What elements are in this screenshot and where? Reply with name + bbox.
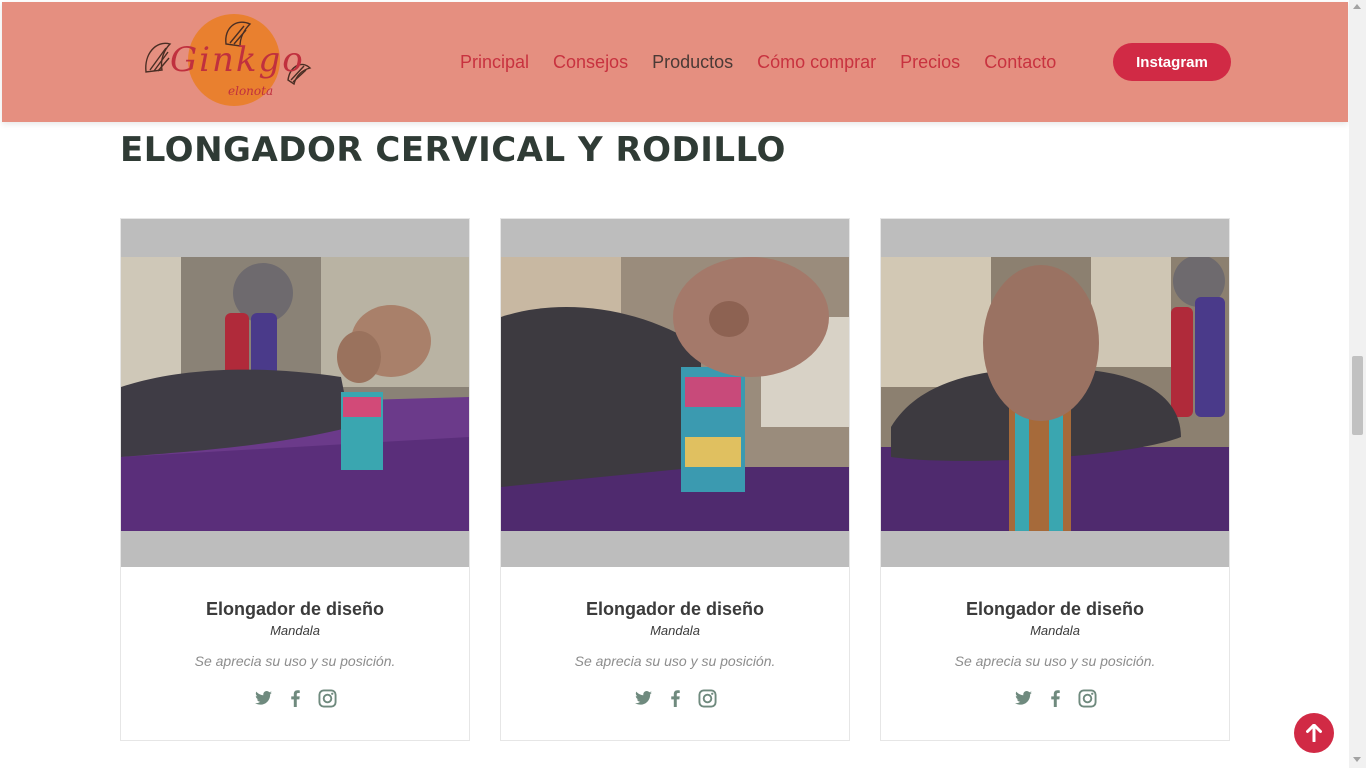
product-photo[interactable]	[881, 257, 1229, 531]
social-links	[881, 688, 1229, 708]
logo-subtext: elonota	[228, 84, 274, 98]
nav-item-precios[interactable]: Precios	[888, 52, 972, 73]
photo-man-head-back-view	[881, 257, 1229, 531]
back-to-top-button[interactable]	[1294, 713, 1334, 753]
twitter-icon[interactable]	[633, 688, 653, 708]
photo-man-neck-closeup	[501, 257, 849, 531]
product-image-frame	[121, 219, 469, 567]
product-name: Elongador de diseño	[585, 599, 764, 619]
product-description: Se aprecia su uso y su posición.	[954, 653, 1156, 669]
nav-item-contacto[interactable]: Contacto	[972, 52, 1068, 73]
instagram-icon[interactable]	[317, 688, 337, 708]
logo-wordmark: Ginkgo	[170, 40, 305, 80]
product-card: Elongador de diseño Mandala Se aprecia s…	[120, 218, 470, 741]
nav-item-productos[interactable]: Productos	[640, 52, 745, 73]
arrow-up-icon	[1306, 724, 1322, 742]
nav-item-principal[interactable]: Principal	[448, 52, 541, 73]
twitter-icon[interactable]	[1013, 688, 1033, 708]
facebook-icon[interactable]	[285, 688, 305, 708]
product-photo[interactable]	[501, 257, 849, 531]
product-image-frame	[501, 219, 849, 567]
product-photo[interactable]	[121, 257, 469, 531]
product-card: Elongador de diseño Mandala Se aprecia s…	[880, 218, 1230, 741]
social-links	[121, 688, 469, 708]
instagram-icon[interactable]	[697, 688, 717, 708]
scroll-up-arrow-icon[interactable]	[1353, 4, 1361, 9]
section-title: ELONGADOR CERVICAL Y RODILLO	[120, 130, 786, 170]
product-description: Se aprecia su uso y su posición.	[574, 653, 776, 669]
page-scrollbar[interactable]	[1349, 0, 1366, 768]
page: Ginkgo elonota Principal Consejos Produc…	[0, 0, 1366, 768]
facebook-icon[interactable]	[665, 688, 685, 708]
product-image-frame	[881, 219, 1229, 567]
nav-item-como-comprar[interactable]: Cómo comprar	[745, 52, 888, 73]
scroll-down-arrow-icon[interactable]	[1353, 757, 1361, 762]
instagram-button[interactable]: Instagram	[1113, 43, 1231, 81]
photo-man-lying-side-view	[121, 257, 469, 531]
product-subtitle: Mandala	[1030, 623, 1080, 638]
facebook-icon[interactable]	[1045, 688, 1065, 708]
twitter-icon[interactable]	[253, 688, 273, 708]
ginkgo-logo[interactable]: Ginkgo elonota	[140, 14, 312, 110]
product-description: Se aprecia su uso y su posición.	[194, 653, 396, 669]
site-header: Ginkgo elonota Principal Consejos Produc…	[2, 2, 1348, 122]
product-subtitle: Mandala	[650, 623, 700, 638]
social-links	[501, 688, 849, 708]
product-subtitle: Mandala	[270, 623, 320, 638]
nav-item-consejos[interactable]: Consejos	[541, 52, 640, 73]
product-name: Elongador de diseño	[205, 599, 384, 619]
scrollbar-thumb[interactable]	[1352, 356, 1363, 435]
main-nav: Principal Consejos Productos Cómo compra…	[448, 42, 1068, 82]
instagram-icon[interactable]	[1077, 688, 1097, 708]
product-card: Elongador de diseño Mandala Se aprecia s…	[500, 218, 850, 741]
product-name: Elongador de diseño	[965, 599, 1144, 619]
